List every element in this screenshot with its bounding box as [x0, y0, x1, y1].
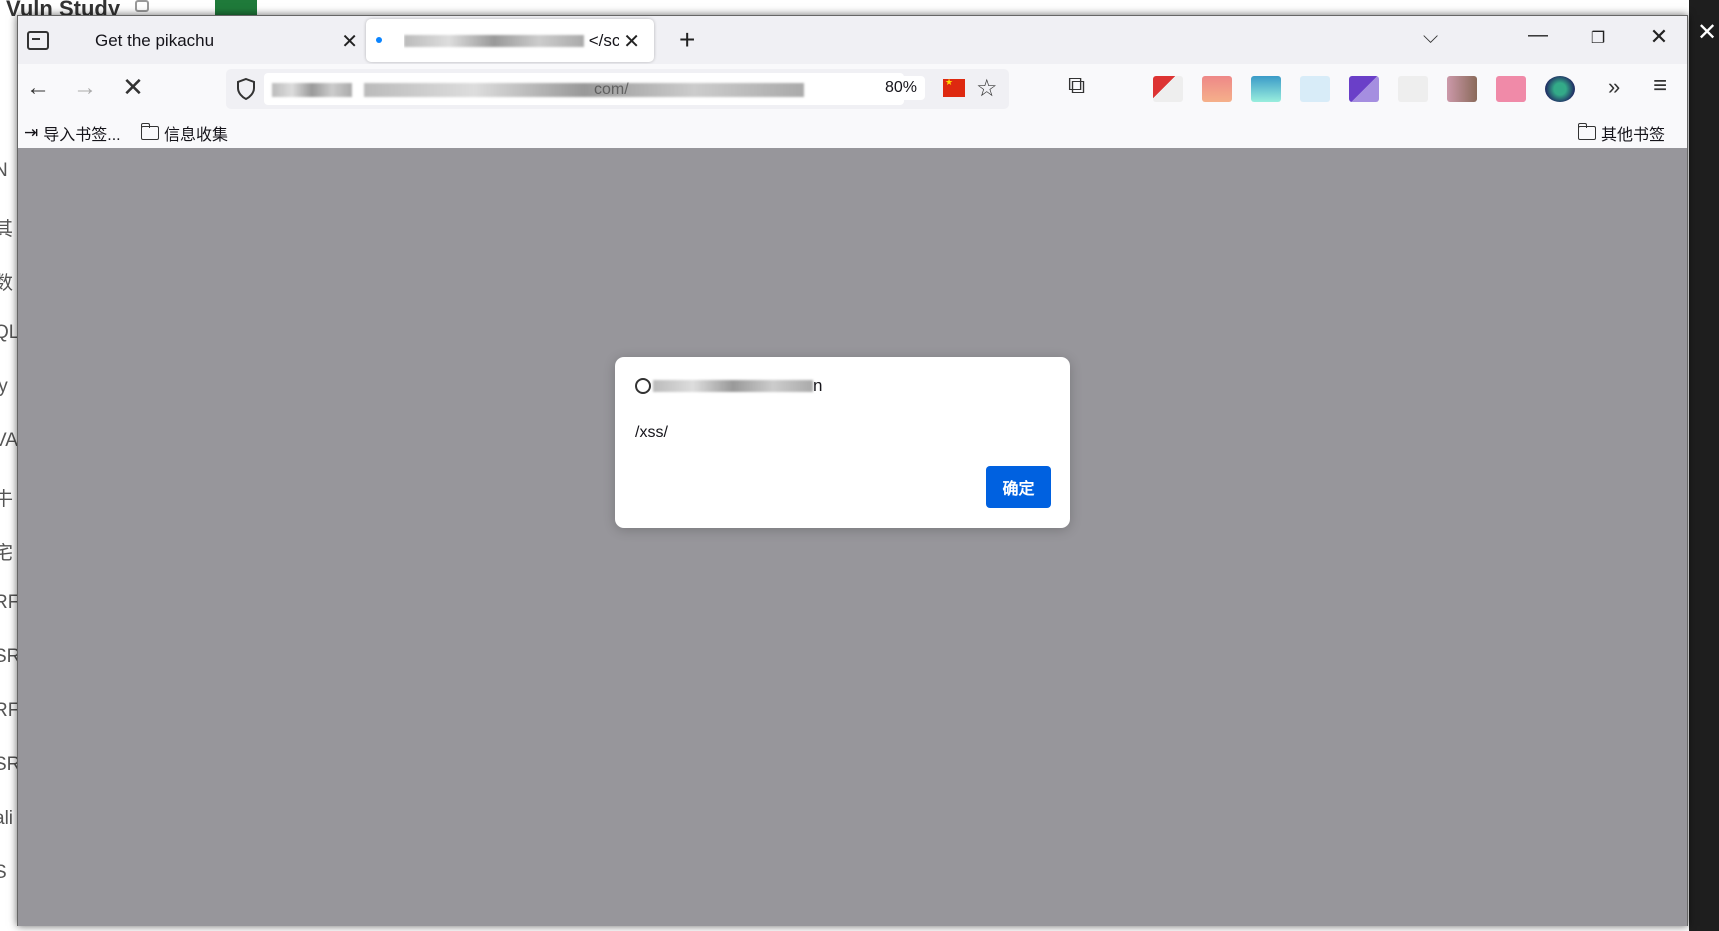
bookmark-import[interactable]: ⇥ 导入书签... — [24, 121, 121, 145]
shield-icon[interactable] — [236, 78, 256, 100]
background-sidebar-item: SR — [0, 754, 18, 775]
tab-pikachu[interactable]: Get the pikachu ✕ — [63, 19, 373, 62]
background-sidebar-item: 牛 — [0, 489, 14, 510]
extension-icon[interactable] — [1349, 76, 1379, 102]
background-green-button — [215, 0, 257, 16]
redacted-text — [364, 83, 804, 97]
bookmarks-toolbar: ⇥ 导入书签... 信息收集 其他书签 — [18, 114, 1687, 148]
window-close-button[interactable]: ✕ — [1639, 24, 1679, 50]
bookmark-label: 其他书签 — [1601, 127, 1666, 144]
alert-dialog: n /xss/ 确定 — [615, 357, 1070, 528]
background-sidebar-item: VA — [0, 430, 18, 451]
background-right-panel: ✕ — [1689, 0, 1719, 931]
background-sidebar: N 其数 QL ly VA 牛宅 RF SR RF SR ali S — [0, 160, 18, 916]
extension-icon[interactable] — [1251, 76, 1281, 102]
background-sidebar-item: ly — [0, 376, 8, 397]
browser-window: Get the pikachu ✕ </sc ✕ + ⌵ — ❐ ✕ ← → ✕ — [17, 15, 1688, 926]
bookmark-label: 导入书签... — [43, 127, 121, 144]
lock-icon — [135, 0, 149, 12]
extension-icon[interactable] — [1447, 76, 1477, 102]
extension-icon[interactable] — [1300, 76, 1330, 102]
globe-icon — [635, 378, 651, 394]
redacted-text — [404, 35, 584, 48]
tab-close-icon[interactable]: ✕ — [623, 29, 640, 54]
page-content-overlay — [18, 148, 1687, 926]
extension-icon[interactable] — [1496, 76, 1526, 102]
nav-bar: ← → ✕ com/ 80% ☆ ⧉ — [18, 64, 1687, 114]
tab-label: Get the pikachu — [95, 30, 215, 50]
background-sidebar-item: SR — [0, 646, 18, 667]
new-tab-button[interactable]: + — [679, 24, 695, 56]
redacted-text — [653, 380, 813, 392]
tab-close-icon[interactable]: ✕ — [341, 29, 358, 54]
star-icon[interactable]: ☆ — [976, 74, 998, 103]
tab-list-icon[interactable] — [24, 27, 50, 51]
background-sidebar-item: QL — [0, 322, 18, 343]
overflow-chevron-icon[interactable]: » — [1608, 74, 1620, 100]
tab-label: </sc — [404, 31, 619, 51]
background-sidebar-item: N — [0, 160, 8, 181]
background-sidebar-item: S — [0, 862, 7, 883]
dialog-origin: n — [635, 376, 822, 396]
extension-icons — [1073, 72, 1594, 106]
bookmark-folder[interactable]: 信息收集 — [140, 121, 229, 145]
extension-icon[interactable] — [1202, 76, 1232, 102]
chevron-down-icon[interactable]: ⌵ — [1423, 26, 1438, 49]
forward-arrow-icon[interactable]: → — [69, 74, 101, 102]
tab-active[interactable]: </sc ✕ — [366, 19, 654, 62]
background-sidebar-item: 宅 — [0, 543, 14, 564]
hamburger-menu-icon[interactable]: ≡ — [1653, 72, 1667, 100]
bookmark-other-folder[interactable]: 其他书签 — [1577, 121, 1666, 145]
url-bar[interactable]: com/ 80% ☆ — [226, 69, 1009, 109]
background-sidebar-item: RF — [0, 592, 18, 613]
bookmark-label: 信息收集 — [164, 127, 229, 144]
loading-dot-icon — [376, 37, 382, 43]
back-arrow-icon[interactable]: ← — [22, 74, 54, 102]
background-sidebar-item: RF — [0, 700, 18, 721]
extension-icon[interactable] — [1153, 76, 1183, 102]
import-icon: ⇥ — [24, 123, 39, 142]
url-fragment: com/ — [594, 81, 629, 98]
extension-icon[interactable] — [1545, 76, 1575, 102]
extension-icon[interactable] — [1398, 76, 1428, 102]
restore-button[interactable]: ❐ — [1578, 28, 1618, 48]
background-sidebar-item: 数 — [0, 273, 14, 294]
dialog-message: /xss/ — [635, 424, 668, 441]
zoom-indicator[interactable]: 80% — [877, 76, 926, 100]
redacted-text — [272, 83, 352, 97]
folder-icon — [140, 123, 159, 140]
url-input[interactable]: com/ — [264, 73, 904, 105]
background-sidebar-item: ali — [0, 808, 14, 829]
minimize-button[interactable]: — — [1518, 24, 1558, 47]
background-sidebar-item: 其 — [0, 219, 14, 240]
folder-icon — [1577, 123, 1596, 140]
flag-cn-icon[interactable] — [943, 77, 965, 97]
tab-bar: Get the pikachu ✕ </sc ✕ + ⌵ — ❐ ✕ — [18, 16, 1687, 64]
ok-button[interactable]: 确定 — [986, 466, 1051, 508]
close-icon[interactable]: ✕ — [1697, 18, 1717, 47]
stop-loading-icon[interactable]: ✕ — [117, 72, 149, 103]
